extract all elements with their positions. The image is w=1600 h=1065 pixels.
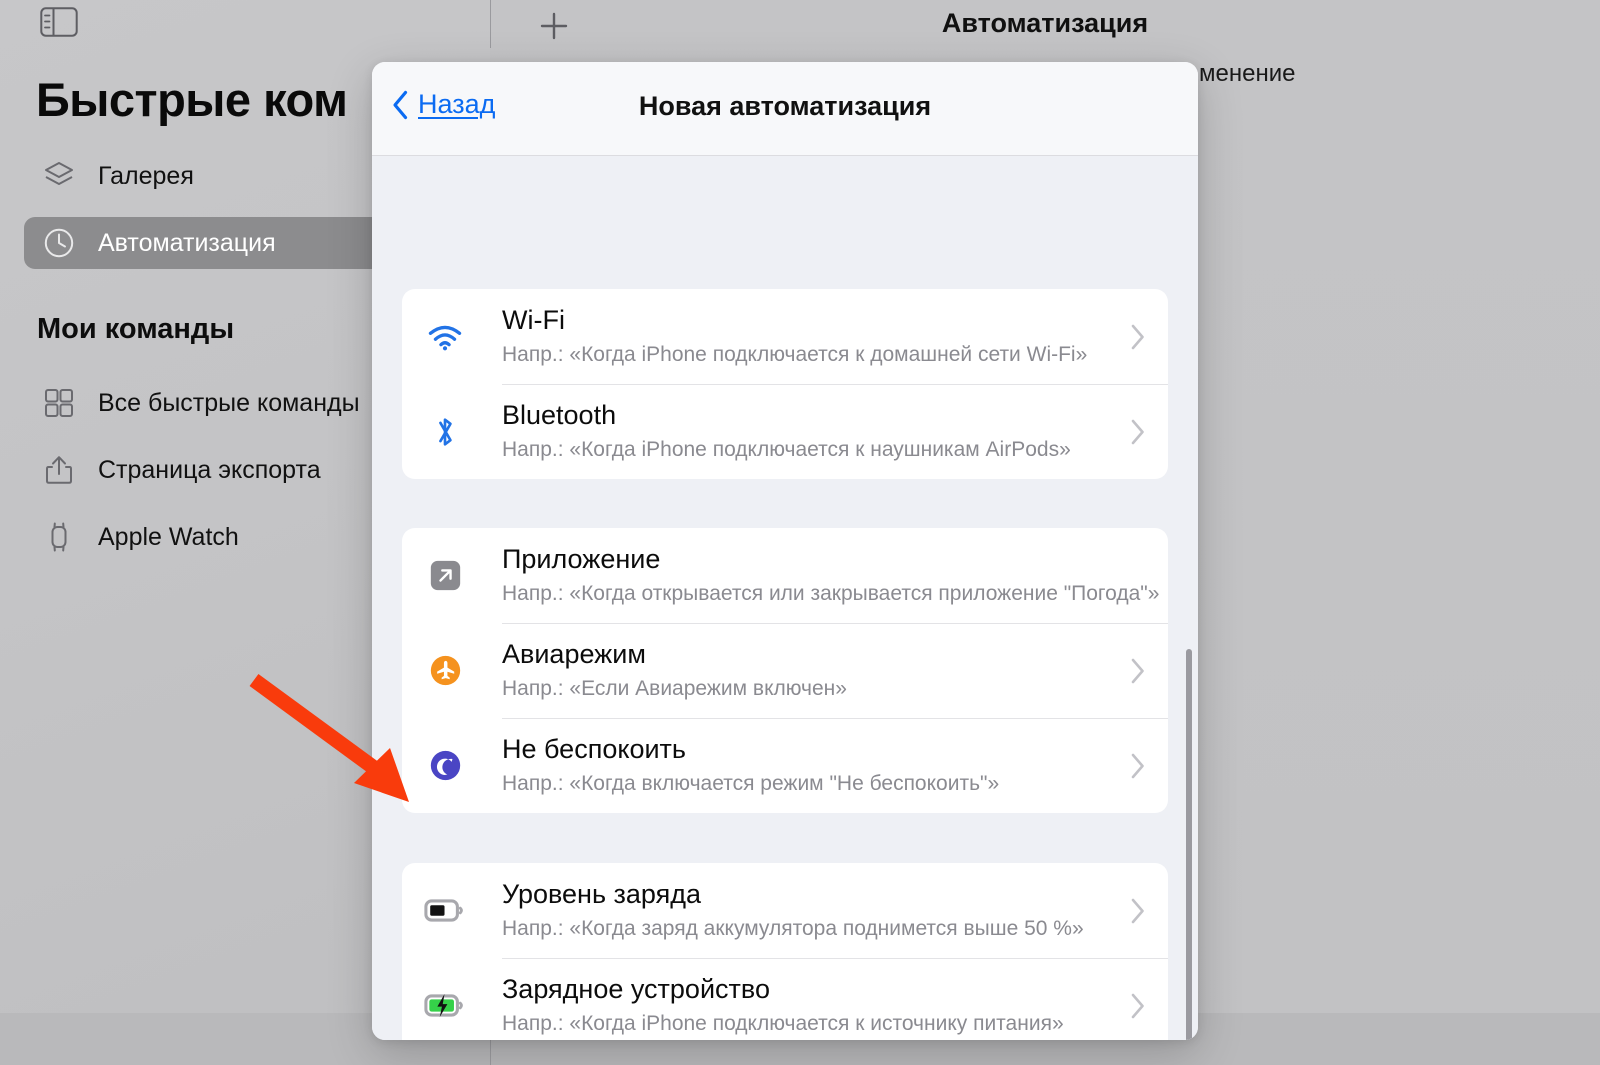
list-item-subtitle: Напр.: «Когда iPhone подключается к науш… [502,438,1071,462]
list-item-charger[interactable]: Зарядное устройство Напр.: «Когда iPhone… [402,958,1168,1040]
modal-body: Wi-Fi Напр.: «Когда iPhone подключается … [372,156,1198,1040]
sidebar-item-label: Страница экспорта [98,455,321,484]
list-item-subtitle: Напр.: «Если Авиарежим включен» [502,677,847,701]
list-item-title: Авиарежим [502,639,646,670]
sidebar-toggle-icon[interactable] [40,7,78,37]
sidebar-item-label: Все быстрые команды [98,388,360,417]
trigger-group-battery: Уровень заряда Напр.: «Когда заряд аккум… [402,863,1168,1040]
wifi-icon [423,289,467,384]
share-icon [41,452,77,488]
list-item-subtitle: Напр.: «Когда открывается или закрываетс… [502,582,1160,606]
app-icon [423,528,467,623]
trigger-group-connectivity: Wi-Fi Напр.: «Когда iPhone подключается … [402,289,1168,479]
background-nav-title: Автоматизация [941,8,1149,38]
modal-title: Новая автоматизация [638,91,932,121]
list-item-subtitle: Напр.: «Когда iPhone подключается к исто… [502,1012,1064,1036]
watch-icon [41,519,77,555]
sidebar-section-label: Мои команды [37,313,235,345]
chevron-right-icon [1130,323,1146,350]
grid-icon [41,385,77,421]
list-item-app[interactable]: Приложение Напр.: «Когда открывается или… [402,528,1168,623]
sidebar-item-label: Автоматизация [98,228,276,257]
bluetooth-icon [423,384,467,479]
background-subtitle-right: менение [1199,60,1296,87]
list-item-title: Зарядное устройство [502,974,770,1005]
chevron-right-icon [1130,897,1146,924]
layers-icon [41,158,77,194]
list-item-title: Приложение [502,544,661,575]
battery-charging-icon [423,958,467,1040]
screen-root: Автоматизация Новый автоматизаций менени… [0,0,1600,1065]
battery-icon [423,863,467,958]
page-title: Быстрые ком [36,73,348,126]
divider [490,0,491,48]
chevron-right-icon [1130,752,1146,779]
new-automation-modal: Назад Новая автоматизация Wi-Fi Напр.: «… [372,62,1198,1040]
list-item-battery-level[interactable]: Уровень заряда Напр.: «Когда заряд аккум… [402,863,1168,958]
list-item-title: Bluetooth [502,400,617,431]
list-item-title: Не беспокоить [502,734,686,765]
list-item-subtitle: Напр.: «Когда iPhone подключается к дома… [502,343,1088,367]
clock-icon [41,225,77,261]
modal-header: Назад Новая автоматизация [372,62,1198,156]
list-item-subtitle: Напр.: «Когда включается режим "Не беспо… [502,772,1000,796]
list-item-subtitle: Напр.: «Когда заряд аккумулятора подниме… [502,917,1084,941]
list-item-do-not-disturb[interactable]: Не беспокоить Напр.: «Когда включается р… [402,718,1168,813]
modal-scrollbar[interactable] [1186,649,1192,1040]
list-item-bluetooth[interactable]: Bluetooth Напр.: «Когда iPhone подключае… [402,384,1168,479]
list-item-title: Wi-Fi [502,305,565,336]
chevron-right-icon [1130,992,1146,1019]
chevron-right-icon [1130,657,1146,684]
list-item-airplane-mode[interactable]: Авиарежим Напр.: «Если Авиарежим включен… [402,623,1168,718]
list-item-title: Уровень заряда [502,879,702,910]
trigger-group-system: Приложение Напр.: «Когда открывается или… [402,528,1168,813]
moon-icon [423,718,467,813]
list-item-wifi[interactable]: Wi-Fi Напр.: «Когда iPhone подключается … [402,289,1168,384]
sidebar-item-label: Галерея [98,161,194,190]
chevron-right-icon [1130,418,1146,445]
sidebar-item-label: Apple Watch [98,522,239,551]
airplane-icon [423,623,467,718]
